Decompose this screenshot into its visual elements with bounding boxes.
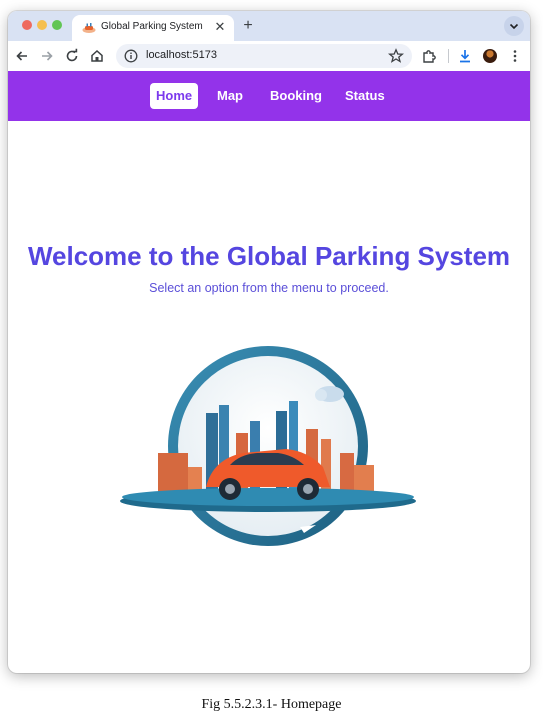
city-car-circle-illustration <box>120 346 416 546</box>
address-bar[interactable]: localhost:5173 <box>116 44 412 68</box>
puzzle-icon[interactable] <box>421 48 437 64</box>
tab-bar: Global Parking System ✕ + <box>8 11 530 41</box>
plus-icon[interactable]: + <box>239 16 257 36</box>
nav-home[interactable]: Home <box>150 83 199 109</box>
arrow-right-icon[interactable] <box>39 48 55 64</box>
page-title: Welcome to the Global Parking System <box>27 241 511 271</box>
url-text[interactable]: localhost:5173 <box>146 49 217 61</box>
nav-map[interactable]: Map <box>211 83 249 109</box>
browser-toolbar: localhost:5173 <box>8 41 530 72</box>
home-icon[interactable] <box>89 48 105 64</box>
nav-booking[interactable]: Booking <box>264 83 328 109</box>
figure-caption: Fig 5.5.2.3.1- Homepage <box>201 697 342 712</box>
chevron-down-icon <box>509 23 519 30</box>
tab-search-button[interactable] <box>504 16 524 36</box>
page-subtitle: Select an option from the menu to procee… <box>149 281 389 295</box>
minimize-window-button[interactable] <box>37 20 47 30</box>
close-icon[interactable]: ✕ <box>212 18 228 36</box>
toolbar-separator <box>448 49 449 63</box>
arrow-left-icon[interactable] <box>14 48 30 64</box>
download-icon[interactable] <box>457 48 473 64</box>
main-navbar: Home Map Booking Status <box>8 71 530 121</box>
parking-car-favicon <box>82 23 96 33</box>
close-window-button[interactable] <box>22 20 32 30</box>
maximize-window-button[interactable] <box>52 20 62 30</box>
star-icon[interactable] <box>388 48 404 64</box>
browser-tab[interactable]: Global Parking System ✕ <box>72 15 234 41</box>
tab-title: Global Parking System <box>101 21 203 32</box>
avatar-icon[interactable] <box>483 49 497 63</box>
browser-window: Global Parking System ✕ + localhost:5173… <box>8 11 530 673</box>
info-icon[interactable] <box>124 49 138 63</box>
nav-status[interactable]: Status <box>339 83 391 109</box>
reload-icon[interactable] <box>64 48 80 64</box>
kebab-menu-icon[interactable] <box>507 48 523 64</box>
